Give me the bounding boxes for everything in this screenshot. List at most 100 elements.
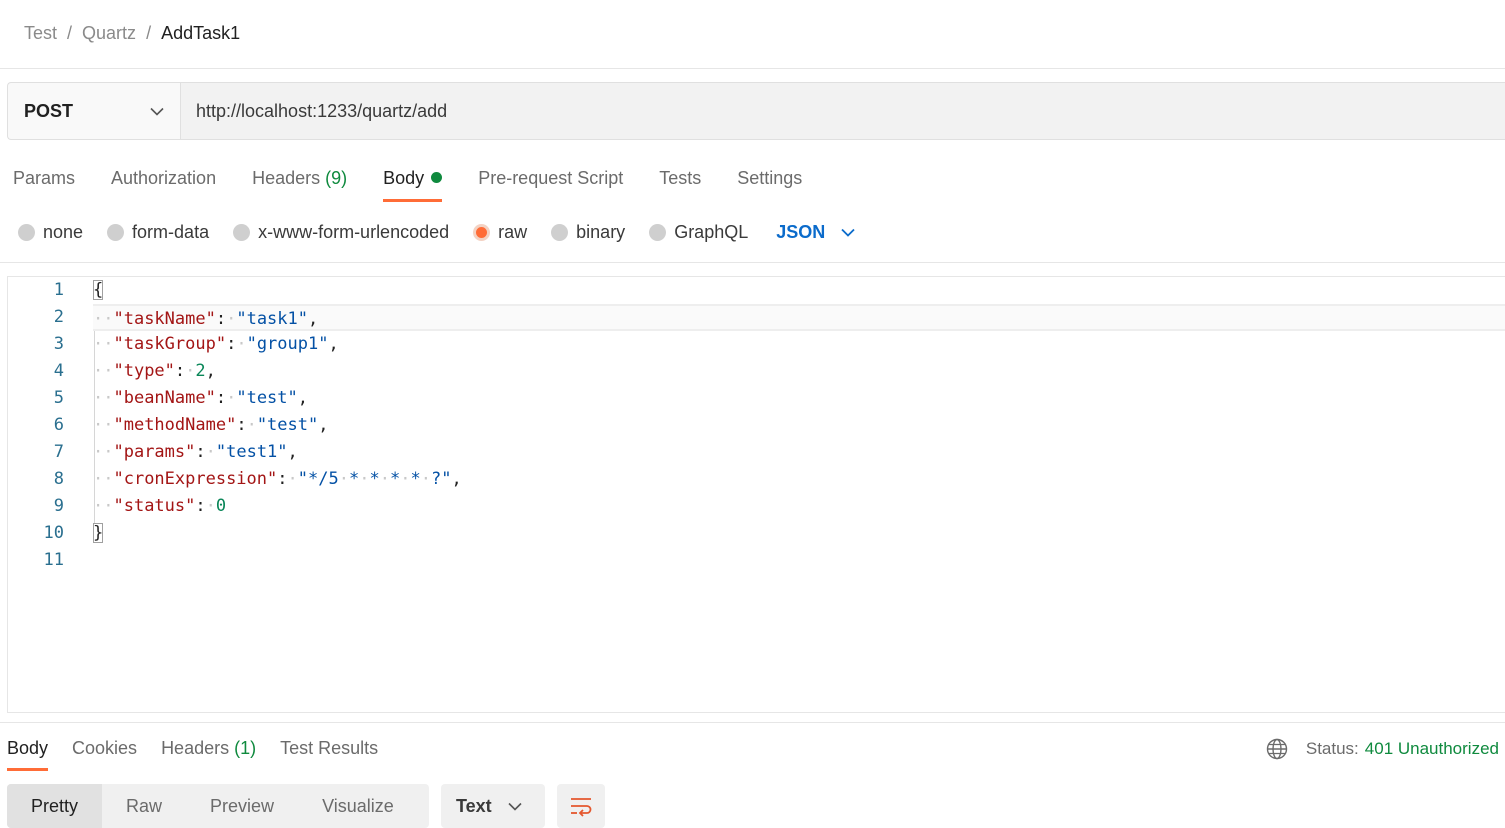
request-name[interactable]: AddTask1 bbox=[161, 23, 240, 44]
json-punctuation: : bbox=[195, 442, 206, 462]
whitespace-marker: ·· bbox=[93, 388, 114, 408]
chevron-down-icon bbox=[508, 802, 522, 811]
body-type-urlencoded[interactable]: x-www-form-urlencoded bbox=[233, 222, 449, 243]
wrap-lines-button[interactable] bbox=[557, 784, 605, 828]
body-editor[interactable]: 1 2 3 4 5 6 7 8 9 10 11 {··"taskName":·"task1", ··"… bbox=[7, 276, 1505, 713]
request-tabs: Params Authorization Headers (9) Body Pr… bbox=[13, 162, 838, 202]
globe-icon[interactable] bbox=[1266, 738, 1288, 760]
json-key: "beanName" bbox=[113, 388, 216, 408]
code-line[interactable] bbox=[93, 547, 1505, 574]
code-line[interactable]: } bbox=[93, 520, 1505, 547]
radio-label: binary bbox=[576, 221, 626, 242]
tab-headers[interactable]: Headers (9) bbox=[252, 162, 347, 202]
breadcrumb-item-quartz[interactable]: Quartz bbox=[82, 23, 136, 44]
json-punctuation: , bbox=[318, 415, 329, 435]
body-type-binary[interactable]: binary bbox=[551, 222, 625, 243]
json-string: "task1" bbox=[236, 309, 308, 329]
tab-body[interactable]: Body bbox=[383, 162, 443, 202]
code-line[interactable]: ··"type":·2, bbox=[93, 358, 1505, 385]
code-line[interactable]: ··"cronExpression":·"*/5·*·*·*·*·?", bbox=[93, 466, 1505, 493]
whitespace-marker: ·· bbox=[93, 309, 114, 329]
view-mode-preview[interactable]: Preview bbox=[186, 784, 298, 828]
code-line[interactable]: ··"taskGroup":·"group1", bbox=[93, 331, 1505, 358]
response-format-select[interactable]: Text bbox=[441, 784, 545, 828]
body-type-graphql[interactable]: GraphQL bbox=[649, 222, 748, 243]
whitespace-marker: · bbox=[420, 469, 431, 489]
line-number: 3 bbox=[53, 334, 64, 354]
tab-label: Body bbox=[383, 168, 425, 188]
code-line[interactable]: ··"taskName":·"task1", bbox=[93, 304, 1505, 331]
whitespace-marker: · bbox=[226, 309, 237, 329]
code-area[interactable]: { ··"taskName":·"task1", ··"taskGroup":·"g… bbox=[93, 277, 1505, 574]
json-brace: } bbox=[93, 523, 104, 543]
json-punctuation: : bbox=[215, 309, 227, 329]
method-label: POST bbox=[24, 100, 74, 121]
json-punctuation: : bbox=[195, 496, 206, 516]
json-brace: { bbox=[93, 280, 104, 300]
json-string: "group1" bbox=[246, 334, 329, 354]
method-select[interactable]: POST bbox=[8, 83, 181, 139]
view-mode-visualize[interactable]: Visualize bbox=[298, 784, 418, 828]
url-input[interactable]: http://localhost:1233/quartz/add bbox=[181, 83, 1505, 139]
radio-icon bbox=[233, 223, 251, 241]
code-line[interactable]: ··"status":·0 bbox=[93, 493, 1505, 520]
response-tab-test-results[interactable]: Test Results bbox=[280, 733, 378, 771]
breadcrumb-item-test[interactable]: Test bbox=[24, 23, 57, 44]
body-type-form-data[interactable]: form-data bbox=[107, 222, 209, 243]
response-view-modes: Pretty Raw Preview Visualize bbox=[7, 784, 429, 828]
tab-label: Headers bbox=[252, 168, 321, 188]
body-type-raw[interactable]: raw bbox=[473, 222, 527, 243]
json-punctuation: , bbox=[308, 309, 319, 329]
json-string: * bbox=[410, 469, 421, 489]
whitespace-marker: ·· bbox=[93, 496, 114, 516]
tab-authorization[interactable]: Authorization bbox=[111, 162, 216, 202]
json-key: "status" bbox=[113, 496, 196, 516]
tab-label: Tests bbox=[659, 168, 702, 188]
line-number: 9 bbox=[53, 496, 64, 516]
whitespace-marker: · bbox=[205, 496, 216, 516]
status-value[interactable]: 401 Unauthorized bbox=[1365, 739, 1499, 759]
breadcrumb-separator: / bbox=[146, 22, 152, 43]
raw-language-select[interactable]: JSON bbox=[776, 222, 855, 243]
format-label: Text bbox=[456, 795, 492, 816]
response-status: Status: 401 Unauthorized bbox=[1266, 735, 1499, 763]
json-punctuation: : bbox=[277, 469, 288, 489]
body-type-none[interactable]: none bbox=[18, 222, 83, 243]
headers-count: (9) bbox=[325, 168, 348, 188]
json-string: "*/5 bbox=[297, 469, 339, 489]
json-string: ?" bbox=[430, 469, 452, 489]
tab-prerequest-script[interactable]: Pre-request Script bbox=[478, 162, 623, 202]
code-line[interactable]: ··"methodName":·"test", bbox=[93, 412, 1505, 439]
response-tab-cookies[interactable]: Cookies bbox=[72, 733, 137, 771]
code-line[interactable]: { bbox=[93, 277, 1505, 304]
json-punctuation: , bbox=[451, 469, 462, 489]
json-punctuation: : bbox=[226, 334, 237, 354]
tab-label: Cookies bbox=[72, 738, 138, 758]
tab-label: Body bbox=[7, 738, 49, 758]
json-string: * bbox=[348, 469, 360, 489]
line-number: 7 bbox=[53, 442, 64, 462]
line-number: 4 bbox=[53, 361, 64, 381]
response-tabs: Body Cookies Headers (1) Test Results bbox=[7, 733, 402, 773]
view-mode-pretty[interactable]: Pretty bbox=[7, 784, 103, 828]
modified-dot-icon bbox=[431, 172, 443, 183]
whitespace-marker: ·· bbox=[93, 469, 114, 489]
radio-icon bbox=[18, 223, 35, 241]
response-tab-headers[interactable]: Headers (1) bbox=[161, 733, 256, 771]
json-key: "params" bbox=[113, 442, 196, 462]
tab-label: Pre-request Script bbox=[478, 168, 624, 188]
tab-settings[interactable]: Settings bbox=[737, 162, 802, 202]
radio-icon bbox=[107, 223, 125, 241]
json-punctuation: : bbox=[215, 388, 227, 408]
code-line[interactable]: ··"beanName":·"test", bbox=[93, 385, 1505, 412]
response-headers-count: (1) bbox=[234, 738, 257, 758]
json-number: 2 bbox=[195, 361, 206, 381]
radio-label: none bbox=[43, 221, 84, 242]
tab-tests[interactable]: Tests bbox=[659, 162, 701, 202]
code-line[interactable]: ··"params":·"test1", bbox=[93, 439, 1505, 466]
tab-params[interactable]: Params bbox=[13, 162, 75, 202]
response-tab-body[interactable]: Body bbox=[7, 733, 49, 771]
whitespace-marker: · bbox=[226, 388, 237, 408]
line-number: 10 bbox=[43, 523, 64, 543]
view-mode-raw[interactable]: Raw bbox=[102, 784, 186, 828]
